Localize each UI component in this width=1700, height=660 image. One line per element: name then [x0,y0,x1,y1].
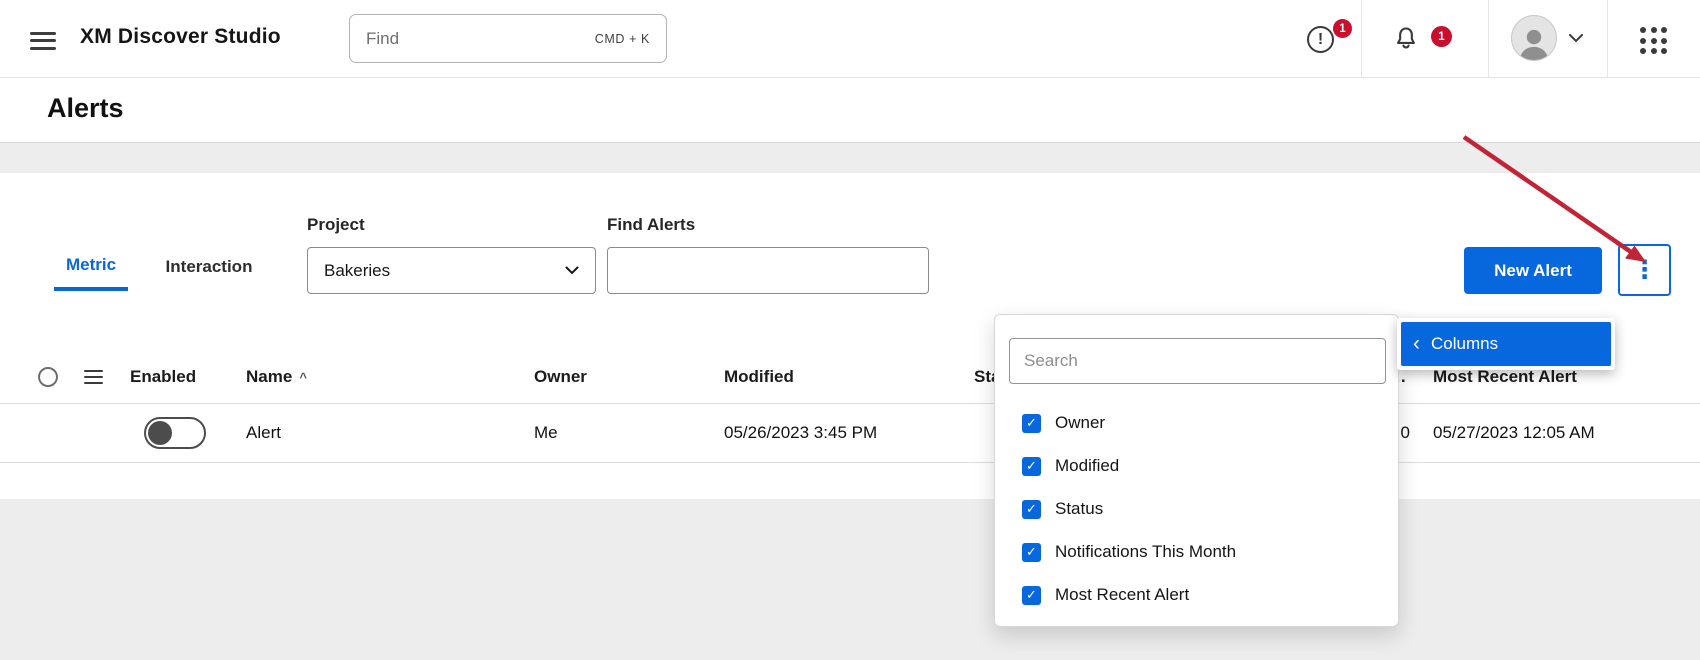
notifications-badge: 1 [1431,26,1452,47]
cell-name: Alert [242,423,530,443]
select-all-radio[interactable] [38,367,58,387]
announcements-icon[interactable]: ! [1307,26,1334,53]
column-option-modified[interactable]: ✓ Modified [1022,453,1119,479]
header-most-recent-alert[interactable]: Most Recent Alert [1420,367,1700,387]
menu-item-columns-label: Columns [1431,334,1498,354]
column-option-notifications-this-month[interactable]: ✓ Notifications This Month [1022,539,1236,565]
app-switcher-icon[interactable] [1640,27,1667,54]
chevron-down-icon [1569,34,1583,43]
column-option-label: Most Recent Alert [1055,585,1189,605]
search-shortcut-hint: CMD + K [595,32,650,46]
hamburger-menu-icon[interactable] [30,27,56,54]
columns-search-input[interactable] [1009,338,1386,384]
topbar-divider [1361,0,1362,78]
checkbox-checked-icon[interactable]: ✓ [1022,543,1041,562]
topbar-divider [1488,0,1489,78]
table-settings-icon[interactable] [84,366,103,388]
cell-most-recent-alert: 05/27/2023 12:05 AM [1420,423,1700,443]
find-alerts-label: Find Alerts [607,215,695,235]
tab-metric[interactable]: Metric [54,243,128,291]
global-search-input[interactable]: Find CMD + K [349,14,667,63]
cell-modified: 05/26/2023 3:45 PM [720,423,970,443]
app-window: XM Discover Studio Find CMD + K ! 1 1 [0,0,1700,660]
notifications-bell-icon[interactable] [1392,25,1420,53]
project-select[interactable]: Bakeries [307,247,596,294]
page-header: Alerts [0,78,1700,143]
exclamation-glyph: ! [1318,31,1323,49]
columns-popup: ✓ Owner ✓ Modified ✓ Status ✓ Notificati… [994,314,1399,627]
menu-item-columns[interactable]: ‹ Columns [1401,322,1611,366]
checkbox-checked-icon[interactable]: ✓ [1022,457,1041,476]
find-alerts-input[interactable] [607,247,929,294]
spacer [0,143,1700,173]
column-option-label: Owner [1055,413,1105,433]
column-option-label: Modified [1055,456,1119,476]
column-option-most-recent-alert[interactable]: ✓ Most Recent Alert [1022,582,1189,608]
tab-interaction[interactable]: Interaction [150,243,268,291]
cell-owner: Me [530,423,720,443]
column-option-label: Status [1055,499,1103,519]
enabled-toggle[interactable] [144,417,206,449]
chevron-down-icon [565,266,579,275]
toggle-knob [148,421,172,445]
app-title: XM Discover Studio [80,25,281,49]
project-select-value: Bakeries [324,261,390,281]
user-avatar [1511,15,1557,61]
column-option-label: Notifications This Month [1055,542,1236,562]
header-enabled[interactable]: Enabled [126,367,242,387]
column-option-owner[interactable]: ✓ Owner [1022,410,1105,436]
checkbox-checked-icon[interactable]: ✓ [1022,500,1041,519]
chevron-left-icon: ‹ [1413,333,1420,354]
checkbox-checked-icon[interactable]: ✓ [1022,414,1041,433]
table-row[interactable]: Alert Me 05/26/2023 3:45 PM 0 05/27/2023… [0,404,1700,463]
new-alert-button[interactable]: New Alert [1464,247,1602,294]
more-options-dropdown: ‹ Columns [1397,318,1615,370]
topbar-divider [1607,0,1608,78]
more-options-button[interactable]: ⋮ [1618,244,1671,296]
page-background [0,499,1700,660]
column-option-status[interactable]: ✓ Status [1022,496,1103,522]
header-owner[interactable]: Owner [530,367,720,387]
header-modified[interactable]: Modified [720,367,970,387]
sort-ascending-icon: ^ [299,370,307,385]
checkbox-checked-icon[interactable]: ✓ [1022,586,1041,605]
global-search-placeholder: Find [366,29,399,49]
kebab-icon: ⋮ [1632,255,1657,285]
account-menu[interactable] [1511,15,1583,61]
header-name[interactable]: Name^ [242,367,530,387]
topbar: XM Discover Studio Find CMD + K ! 1 1 [0,0,1700,78]
project-label: Project [307,215,365,235]
page-title: Alerts [47,93,124,124]
announcements-badge: 1 [1333,19,1352,38]
